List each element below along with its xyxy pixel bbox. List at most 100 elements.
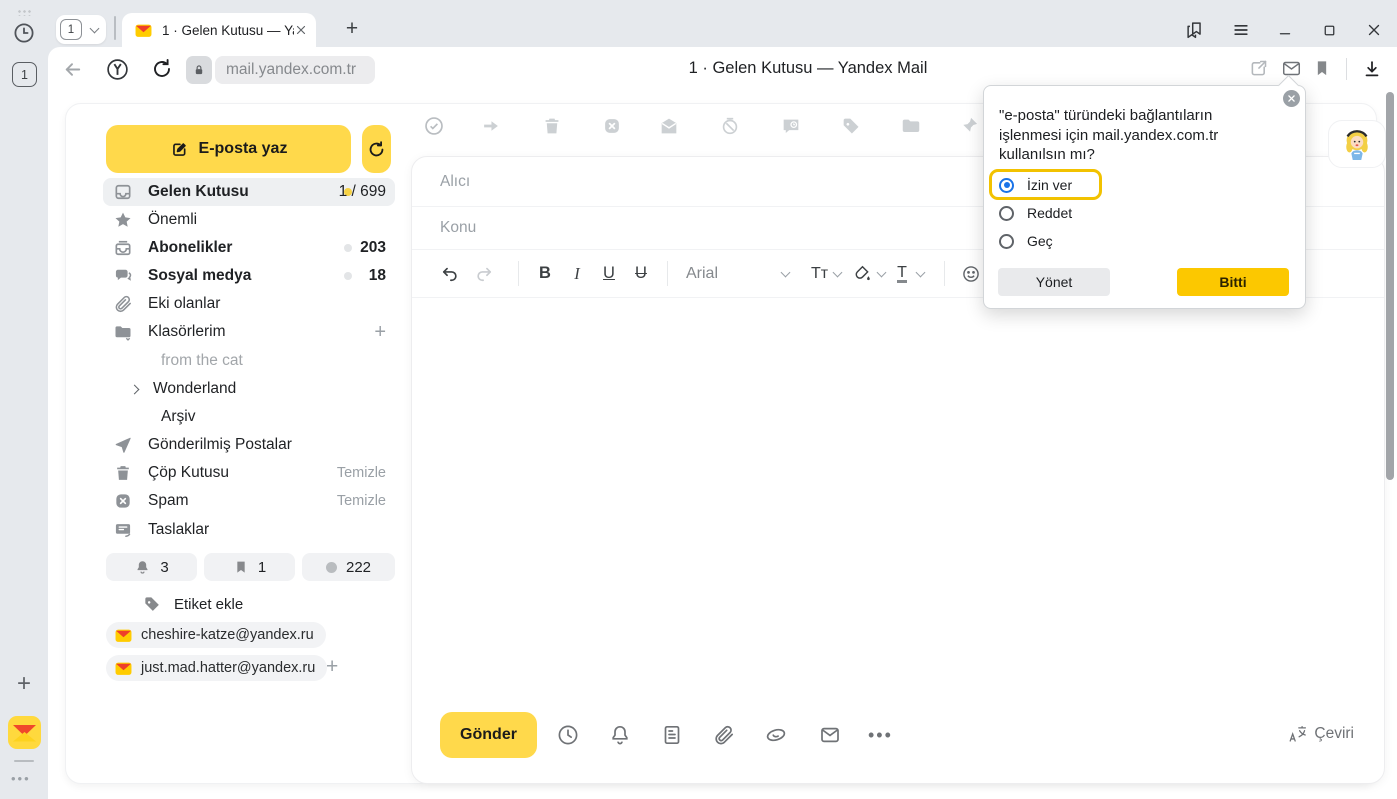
collections-icon[interactable] [1182,17,1208,43]
minimize-icon[interactable] [1272,17,1298,43]
bookmark-page-icon[interactable] [1312,58,1332,78]
radio-selected-icon[interactable] [999,178,1014,193]
protocol-handler-icon[interactable] [1281,59,1302,78]
downloads-icon[interactable] [1361,58,1383,80]
account-item[interactable]: cheshire-katze@yandex.ru [106,622,326,648]
compose-button[interactable]: E-posta yaz [106,125,351,173]
active-tab[interactable]: 1 · Gelen Kutusu — Yandex Mail [122,13,316,47]
sidebar-item-archive[interactable]: Arşiv [103,403,395,431]
bold-button[interactable]: B [529,264,561,283]
reminders-chip[interactable]: 3 [106,553,197,581]
expand-chevron-icon[interactable] [130,384,140,394]
add-account-button[interactable]: + [326,655,338,679]
sidebar-item-trash[interactable]: Çöp Kutusu Temizle [103,459,395,487]
schedule-send-icon[interactable] [556,723,580,747]
move-to-folder-icon[interactable] [900,115,922,137]
menu-icon[interactable] [1228,17,1254,43]
paper-plane-icon [113,435,133,455]
yandex-mail-favicon [115,661,132,676]
bookmarked-chip[interactable]: 1 [204,553,295,581]
attach-from-disk-icon[interactable] [764,723,788,747]
send-button[interactable]: Gönder [440,712,537,758]
sidebar-item-my-folders[interactable]: Klasörlerim + [103,318,395,346]
mark-read-icon[interactable] [658,115,680,137]
unread-chip[interactable]: 222 [302,553,395,581]
done-button[interactable]: Bitti [1177,268,1289,296]
template-icon[interactable] [660,723,684,747]
text-color-button[interactable]: T [897,265,907,283]
italic-button[interactable]: I [561,264,593,284]
tab-close-icon[interactable] [294,23,308,37]
sidebar-item-label: Gelen Kutusu [148,183,249,201]
redo-icon[interactable] [474,264,508,284]
option-allow[interactable]: İzin ver [999,177,1072,193]
refresh-mail-button[interactable] [362,125,391,173]
more-options-icon[interactable]: ••• [868,723,892,747]
yandex-mail-favicon [115,628,132,643]
select-all-icon[interactable] [423,115,445,137]
option-skip[interactable]: Geç [999,233,1053,249]
delete-icon[interactable] [541,115,563,137]
chevron-down-icon[interactable] [781,267,791,277]
attach-from-mail-icon[interactable] [818,723,842,747]
font-family-select[interactable]: Arial [686,265,782,283]
back-icon[interactable] [61,58,84,81]
sidebar-item-wonderland[interactable]: Wonderland [103,375,395,403]
pin-icon[interactable] [958,115,980,137]
chevron-down-icon[interactable] [833,267,843,277]
forward-icon[interactable] [480,115,502,137]
translate-button[interactable]: Çeviri [1288,725,1354,743]
sidebar-item-drafts[interactable]: Taslaklar [103,516,395,544]
user-avatar-card[interactable] [1328,120,1386,168]
new-tab-button[interactable]: + [340,17,364,41]
mark-spam-icon[interactable] [601,115,623,137]
divider [14,760,34,762]
account-item[interactable]: just.mad.hatter@yandex.ru [106,655,327,681]
close-window-icon[interactable] [1361,17,1387,43]
manage-button[interactable]: Yönet [998,268,1110,296]
option-deny[interactable]: Reddet [999,205,1072,221]
notify-icon[interactable] [608,723,632,747]
radio-icon[interactable] [999,234,1014,249]
highlight-color-icon[interactable] [853,264,872,283]
strikethrough-button[interactable]: U [625,264,657,283]
undo-icon[interactable] [440,264,474,284]
reload-icon[interactable] [150,57,174,81]
history-icon[interactable] [12,21,36,45]
attach-file-icon[interactable] [712,723,736,747]
page-scrollbar[interactable] [1386,92,1394,480]
add-folder-button[interactable]: + [374,321,386,344]
label-icon[interactable] [840,115,862,137]
chevron-down-icon [90,23,100,33]
radio-icon[interactable] [999,206,1014,221]
sidebar-item-social[interactable]: Sosyal medya 18 [103,262,395,290]
strip-more-icon[interactable]: ••• [11,771,31,786]
empty-trash-action[interactable]: Temizle [337,465,386,481]
sidebar-item-inbox[interactable]: Gelen Kutusu 1 / 699 [103,178,395,206]
snooze-icon[interactable] [719,115,741,137]
maximize-icon[interactable] [1316,17,1342,43]
reminder-icon[interactable] [780,115,802,137]
add-sidebar-item-button[interactable]: + [12,672,36,696]
sidebar-item-sent[interactable]: Gönderilmiş Postalar [103,431,395,459]
lock-icon[interactable] [186,56,212,84]
add-label-item[interactable]: Etiket ekle [132,590,332,618]
sidebar-item-important[interactable]: Önemli [103,206,395,234]
chevron-down-icon[interactable] [915,267,925,277]
dialog-close-icon[interactable] [1283,90,1300,107]
yandex-mail-app-icon[interactable] [8,716,41,749]
sidebar-item-from-the-cat[interactable]: from the cat [103,347,395,375]
sidebar-item-subscriptions[interactable]: Abonelikler 203 [103,234,395,262]
font-size-button[interactable]: Tт [811,265,828,283]
emoji-icon[interactable] [961,264,981,284]
address-bar[interactable]: mail.yandex.com.tr [215,56,375,84]
workspace-badge[interactable]: 1 [12,62,37,87]
chevron-down-icon[interactable] [877,267,887,277]
yandex-services-icon[interactable] [105,57,130,82]
empty-spam-action[interactable]: Temizle [337,493,386,509]
sidebar-item-attachments[interactable]: Eki olanlar [103,290,395,318]
sidebar-item-spam[interactable]: Spam Temizle [103,487,395,515]
underline-button[interactable]: U [593,264,625,283]
tab-group-chip[interactable]: 1 [56,15,106,44]
share-icon[interactable] [1248,58,1269,79]
